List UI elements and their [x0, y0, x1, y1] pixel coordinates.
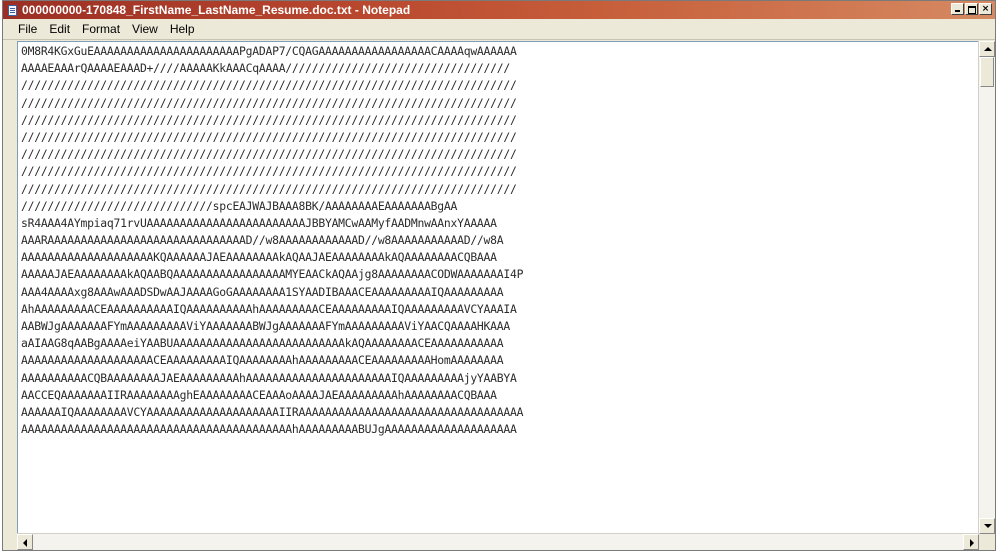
text-line: AAAAEAAArQAAAAEAAAD+////AAAAAKkAAACqAAAA…: [21, 61, 510, 76]
menu-help[interactable]: Help: [164, 22, 201, 36]
size-grip[interactable]: [979, 534, 995, 550]
left-gutter: [3, 41, 17, 550]
text-line: 0M8R4KGxGuEAAAAAAAAAAAAAAAAAAAAAAPgADAP7…: [21, 44, 517, 58]
menu-bar: File Edit Format View Help: [3, 19, 995, 40]
minimize-button[interactable]: [951, 3, 964, 15]
menu-edit[interactable]: Edit: [43, 22, 76, 36]
menu-view[interactable]: View: [126, 22, 164, 36]
vertical-scrollbar[interactable]: [978, 41, 995, 534]
text-line: ////////////////////////////////////////…: [21, 164, 517, 179]
arrow-down-icon: [984, 524, 992, 528]
arrow-left-icon: [23, 539, 27, 547]
text-line: ////////////////////////////////////////…: [21, 147, 517, 162]
text-editor[interactable]: 0M8R4KGxGuEAAAAAAAAAAAAAAAAAAAAAAPgADAP7…: [17, 41, 979, 534]
arrow-right-icon: [970, 539, 974, 547]
text-line: ////////////////////////////////////////…: [21, 78, 517, 93]
text-content[interactable]: 0M8R4KGxGuEAAAAAAAAAAAAAAAAAAAAAAPgADAP7…: [21, 43, 978, 533]
text-line: aAIAAG8qAABgAAAAeiYAABUAAAAAAAAAAAAAAAAA…: [21, 336, 504, 351]
text-line: AAARAAAAAAAAAAAAAAAAAAAAAAAAAAAAAAD//w8A…: [21, 233, 504, 248]
text-line: AAAAAAAAAAAAAAAAAAAAKQAAAAAAJAEAAAAAAAAk…: [21, 250, 497, 265]
vertical-scroll-thumb[interactable]: [980, 57, 994, 87]
notepad-window: 000000000-170848_FirstName_LastName_Resu…: [2, 0, 996, 551]
scroll-right-button[interactable]: [963, 534, 979, 550]
text-line: AAAAAAIQAAAAAAAAVCYAAAAAAAAAAAAAAAAAAAAI…: [21, 404, 524, 419]
close-button[interactable]: ×: [979, 3, 992, 15]
text-line: AhAAAAAAAAACEAAAAAAAAAAIQAAAAAAAAAAhAAAA…: [21, 301, 517, 316]
menu-format[interactable]: Format: [76, 22, 126, 36]
text-line: ////////////////////////////////////////…: [21, 112, 517, 127]
window-controls: ×: [951, 3, 992, 15]
scroll-up-button[interactable]: [979, 41, 995, 57]
text-line: AAA4AAAAxg8AAAwAAADSDwAAJAAAAGoGAAAAAAAA…: [21, 284, 504, 299]
text-line: AAAAAAAAAAAAAAAAAAAACEAAAAAAAAAIQAAAAAAA…: [21, 353, 504, 368]
window-title: 000000000-170848_FirstName_LastName_Resu…: [22, 3, 411, 17]
notepad-icon[interactable]: [7, 4, 18, 16]
text-line: /////////////////////////////spcEAJWAJBA…: [21, 198, 458, 213]
text-line: AAAAAAAAAACQBAAAAAAAAJAEAAAAAAAAAhAAAAAA…: [21, 370, 517, 385]
scroll-left-button[interactable]: [17, 534, 33, 550]
text-line: AABWJgAAAAAAAFYmAAAAAAAAAViYAAAAAAABWJgA…: [21, 319, 510, 333]
scroll-down-button[interactable]: [979, 518, 995, 534]
arrow-up-icon: [984, 47, 992, 51]
horizontal-scrollbar[interactable]: [17, 533, 979, 550]
text-line: ////////////////////////////////////////…: [21, 129, 517, 144]
title-bar[interactable]: 000000000-170848_FirstName_LastName_Resu…: [3, 1, 995, 19]
maximize-button[interactable]: [965, 3, 978, 15]
text-line: AACCEQAAAAAAAIIRAAAAAAAAghEAAAAAAAACEAAA…: [21, 387, 497, 402]
text-line: ////////////////////////////////////////…: [21, 181, 517, 196]
text-line: AAAAAAAAAAAAAAAAAAAAAAAAAAAAAAAAAAAAAAAA…: [21, 422, 517, 437]
menu-file[interactable]: File: [3, 22, 43, 36]
text-line: AAAAAJAEAAAAAAAAkAQAABQAAAAAAAAAAAAAAAAA…: [21, 267, 524, 282]
text-line: ////////////////////////////////////////…: [21, 95, 517, 110]
text-line: sR4AAA4AYmpiaq71rvUAAAAAAAAAAAAAAAAAAAAA…: [21, 215, 497, 230]
